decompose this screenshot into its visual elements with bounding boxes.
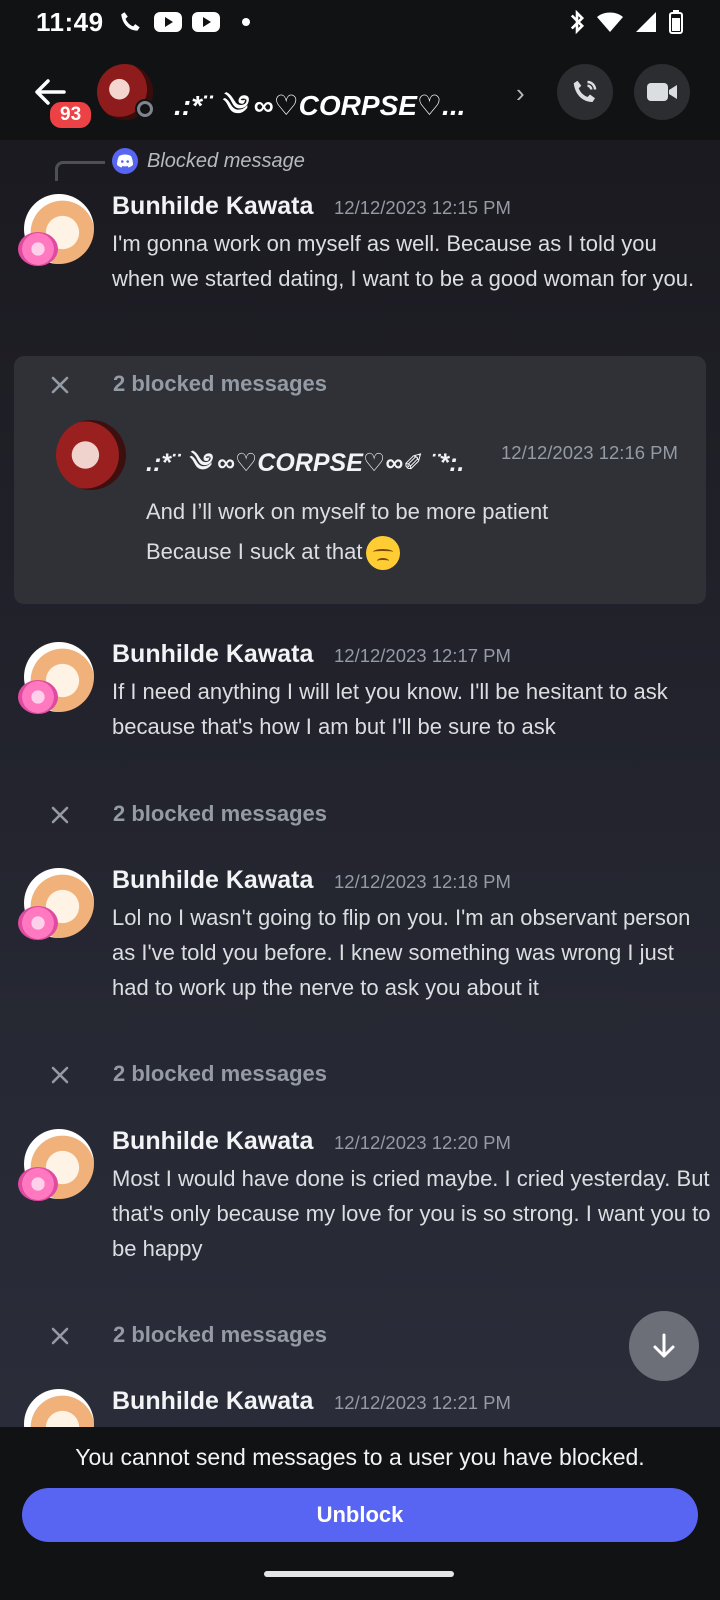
close-icon[interactable]	[46, 801, 74, 829]
message-author[interactable]: Bunhilde Kawata	[112, 866, 313, 895]
wifi-call-icon	[120, 12, 140, 31]
status-bar: 11:49	[0, 0, 720, 44]
arrow-down-icon	[653, 1333, 675, 1358]
blocked-messages-toggle[interactable]: 2 blocked messages	[0, 795, 720, 835]
discord-icon	[112, 148, 138, 174]
system-icons	[568, 9, 684, 35]
message-author[interactable]: Bunhilde Kawata	[112, 192, 313, 221]
blocked-messages-toggle[interactable]: 2 blocked messages	[0, 1316, 720, 1356]
signal-icon	[636, 12, 656, 32]
unread-badge: 93	[47, 99, 95, 131]
status-indicator	[135, 99, 155, 119]
message-content: If I need anything I will let you know. …	[112, 679, 668, 739]
jump-to-present-button[interactable]	[629, 1311, 699, 1381]
blocked-messages-label[interactable]: 2 blocked messages	[113, 1061, 327, 1087]
message-timestamp: 12/12/2023 12:21 PM	[334, 1392, 511, 1413]
clock: 11:49	[36, 6, 104, 37]
message-list[interactable]: Blocked message Bunhilde Kawata 12/12/20…	[0, 140, 720, 1427]
battery-icon	[669, 10, 683, 34]
blocked-messages-label[interactable]: 2 blocked messages	[113, 371, 327, 397]
youtube-icon	[191, 12, 220, 32]
blocked-messages-toggle[interactable]: 2 blocked messages	[0, 365, 720, 405]
message-timestamp: 12/12/2023 12:15 PM	[334, 197, 511, 218]
system-nav-bar	[0, 1557, 720, 1600]
close-icon[interactable]	[46, 1322, 74, 1350]
voice-call-button[interactable]	[557, 64, 613, 120]
reply-preview[interactable]: Blocked message	[147, 150, 305, 173]
youtube-icon	[153, 12, 182, 32]
wifi-icon	[597, 12, 623, 32]
message-content: Because I suck at that	[146, 536, 401, 570]
message-content: Lol no I wasn't going to flip on you. I'…	[112, 905, 691, 1000]
avatar[interactable]	[18, 1387, 98, 1427]
avatar[interactable]	[18, 1127, 98, 1207]
blocked-notice: You cannot send messages to a user you h…	[75, 1444, 645, 1470]
message-timestamp: 12/12/2023 12:17 PM	[334, 645, 511, 666]
message-content: And I’ll work on myself to be more patie…	[146, 499, 549, 524]
blocked-footer: You cannot send messages to a user you h…	[0, 1427, 720, 1557]
pensive-face-emoji-icon	[366, 536, 401, 570]
message-author[interactable]: Bunhilde Kawata	[112, 640, 313, 669]
home-gesture-handle[interactable]	[264, 1571, 454, 1577]
channel-header: 93 .:*¨ ༄ ∞♡CORPSE♡... ›	[0, 44, 720, 140]
message-author[interactable]: Bunhilde Kawata	[112, 1127, 313, 1156]
message-timestamp: 12/12/2023 12:16 PM	[501, 442, 678, 463]
blocked-messages-expanded: 2 blocked messages .:*¨ ༄ ∞♡CORPSE♡∞✐ ¨*…	[14, 356, 706, 604]
video-call-button[interactable]	[634, 64, 690, 120]
message-author[interactable]: .:*¨ ༄ ∞♡CORPSE♡∞✐ ¨*:.	[146, 434, 464, 505]
avatar[interactable]	[18, 192, 98, 272]
more-notifications-icon	[241, 18, 250, 26]
close-icon[interactable]	[46, 371, 74, 399]
bluetooth-icon	[570, 9, 585, 35]
notification-icons	[118, 9, 250, 35]
message-timestamp: 12/12/2023 12:18 PM	[334, 871, 511, 892]
unblock-button[interactable]: Unblock	[22, 1488, 698, 1542]
message-timestamp: 12/12/2023 12:20 PM	[334, 1132, 511, 1153]
avatar[interactable]	[18, 640, 98, 720]
chevron-right-icon[interactable]: ›	[516, 78, 525, 109]
phone-icon	[573, 80, 597, 102]
message-author[interactable]: Bunhilde Kawata	[112, 1387, 313, 1416]
blocked-messages-toggle[interactable]: 2 blocked messages	[0, 1055, 720, 1095]
blocked-messages-label[interactable]: 2 blocked messages	[113, 1322, 327, 1348]
message-content: I'm gonna work on myself as well. Becaus…	[112, 231, 695, 291]
reply-connector	[55, 161, 105, 181]
message-content: Most I would have done is cried maybe. I…	[112, 1166, 711, 1261]
message-content-text: Because I suck at that	[146, 538, 363, 564]
close-icon[interactable]	[46, 1061, 74, 1089]
avatar[interactable]	[18, 866, 98, 946]
avatar[interactable]	[56, 420, 126, 490]
blocked-messages-label[interactable]: 2 blocked messages	[113, 801, 327, 827]
video-camera-icon	[647, 83, 677, 101]
